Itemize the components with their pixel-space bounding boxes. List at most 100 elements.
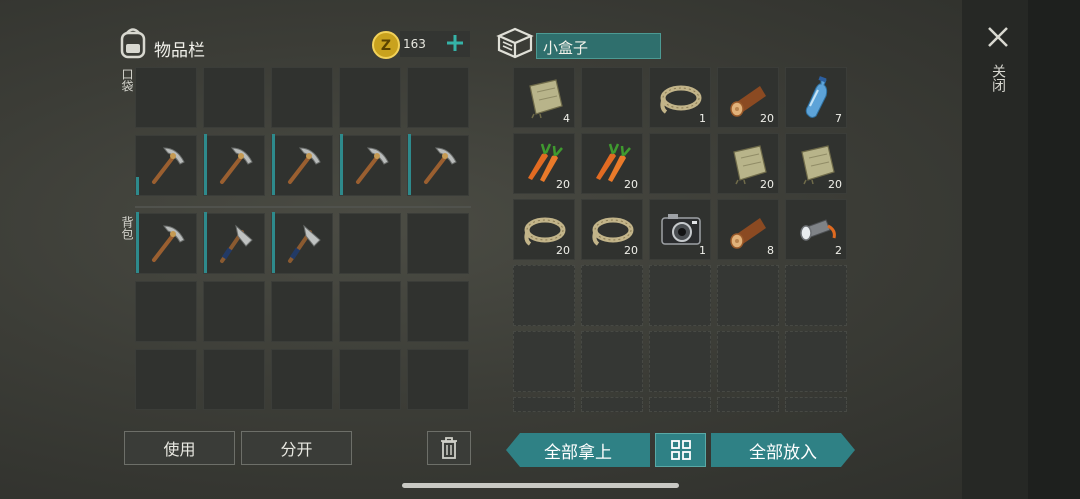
backpack-slot[interactable] xyxy=(407,213,469,274)
container-slot[interactable]: 20 xyxy=(717,133,779,194)
backpack-slot[interactable] xyxy=(203,212,265,274)
item-count: 20 xyxy=(760,178,774,191)
container-slot[interactable] xyxy=(581,67,643,128)
backpack-icon xyxy=(118,25,148,59)
container-slot[interactable] xyxy=(581,331,643,392)
trash-button[interactable] xyxy=(427,431,471,465)
container-slot[interactable]: 1 xyxy=(649,199,711,260)
container-slot[interactable] xyxy=(649,397,711,412)
container-slot[interactable] xyxy=(513,265,575,326)
container-slot[interactable]: 1 xyxy=(649,67,711,128)
container-slot[interactable]: 20 xyxy=(717,67,779,128)
add-coins-button[interactable] xyxy=(444,32,466,54)
container-slot[interactable] xyxy=(513,397,575,412)
pocket-slot[interactable] xyxy=(407,67,469,128)
pocket-slot[interactable] xyxy=(203,67,265,128)
durability-bar xyxy=(272,134,275,195)
container-slot[interactable] xyxy=(581,397,643,412)
durability-bar xyxy=(136,212,139,273)
coin-count: 163 xyxy=(403,37,426,51)
backpack-slot[interactable] xyxy=(203,349,265,410)
item-count: 20 xyxy=(760,112,774,125)
container-slot[interactable] xyxy=(513,331,575,392)
rope-icon xyxy=(660,85,702,114)
item-count: 20 xyxy=(624,244,638,257)
item-count: 20 xyxy=(556,244,570,257)
container-slot[interactable]: 7 xyxy=(785,67,847,128)
container-slot[interactable] xyxy=(717,397,779,412)
hotbar-slot[interactable] xyxy=(407,134,469,196)
backpack-slot[interactable] xyxy=(135,212,197,274)
backpack-slot[interactable] xyxy=(135,349,197,410)
flashlight-icon xyxy=(800,219,836,241)
use-button[interactable]: 使用 xyxy=(124,431,235,465)
item-count: 1 xyxy=(699,244,706,257)
take-all-button[interactable]: 全部拿上 xyxy=(506,433,650,467)
side-panel-edge xyxy=(1028,0,1080,499)
container-slot[interactable]: 20 xyxy=(513,133,575,194)
backpack-slot[interactable] xyxy=(339,349,401,410)
hotbar-slot[interactable] xyxy=(339,134,401,196)
backpack-slot[interactable] xyxy=(271,212,333,274)
container-slot[interactable] xyxy=(581,265,643,326)
container-slot[interactable] xyxy=(785,331,847,392)
item-count: 7 xyxy=(835,112,842,125)
hotbar-slot[interactable] xyxy=(135,135,197,196)
container-slot[interactable] xyxy=(717,331,779,392)
item-count: 20 xyxy=(556,178,570,191)
side-panel xyxy=(962,0,1080,499)
backpack-slot[interactable] xyxy=(407,281,469,342)
pickaxe-icon xyxy=(288,147,321,184)
container-slot[interactable] xyxy=(649,133,711,194)
durability-bar xyxy=(408,134,411,195)
inventory-title: 物品栏 xyxy=(154,41,205,61)
item-count: 20 xyxy=(624,178,638,191)
box-icon xyxy=(496,26,534,60)
pocket-slot[interactable] xyxy=(339,67,401,128)
container-slot[interactable]: 20 xyxy=(581,133,643,194)
container-name-field[interactable]: 小盒子 xyxy=(536,33,661,59)
pickaxe-icon xyxy=(220,147,253,184)
take-all-label: 全部拿上 xyxy=(544,442,612,463)
container-slot[interactable]: 4 xyxy=(513,67,575,128)
pocket-slot[interactable] xyxy=(135,67,197,128)
durability-bar xyxy=(272,212,275,273)
container-slot[interactable] xyxy=(717,265,779,326)
split-button[interactable]: 分开 xyxy=(241,431,352,465)
container-slot[interactable]: 2 xyxy=(785,199,847,260)
pocket-slot[interactable] xyxy=(271,67,333,128)
container-slot[interactable]: 20 xyxy=(581,199,643,260)
close-button[interactable] xyxy=(985,24,1011,50)
split-button-label: 分开 xyxy=(280,440,313,459)
container-slot[interactable] xyxy=(785,265,847,326)
durability-bar xyxy=(136,177,139,195)
container-slot[interactable] xyxy=(649,331,711,392)
pickaxe-icon xyxy=(152,225,185,262)
item-count: 8 xyxy=(767,244,774,257)
backpack-slot[interactable] xyxy=(203,281,265,342)
hotbar-slot[interactable] xyxy=(271,134,333,196)
container-slot[interactable]: 20 xyxy=(513,199,575,260)
backpack-slot[interactable] xyxy=(339,213,401,274)
water-bottle-icon xyxy=(805,76,828,118)
backpack-slot[interactable] xyxy=(271,349,333,410)
backpack-label: 背包 xyxy=(120,216,134,240)
svg-text:Z: Z xyxy=(381,38,391,54)
container-slot[interactable]: 20 xyxy=(785,133,847,194)
trash-icon xyxy=(441,437,457,459)
container-slot[interactable] xyxy=(649,265,711,326)
hotbar-slot[interactable] xyxy=(203,134,265,196)
section-divider xyxy=(135,206,471,208)
backpack-slot[interactable] xyxy=(135,281,197,342)
container-slot[interactable] xyxy=(785,397,847,412)
pocket-label: 口袋 xyxy=(120,68,134,92)
sort-button[interactable] xyxy=(655,433,706,467)
container-slot[interactable]: 8 xyxy=(717,199,779,260)
backpack-slot[interactable] xyxy=(339,281,401,342)
backpack-slot[interactable] xyxy=(271,281,333,342)
backpack-slot[interactable] xyxy=(407,349,469,410)
durability-bar xyxy=(204,134,207,195)
grid-icon xyxy=(671,440,691,460)
put-all-button[interactable]: 全部放入 xyxy=(711,433,855,467)
item-count: 20 xyxy=(828,178,842,191)
